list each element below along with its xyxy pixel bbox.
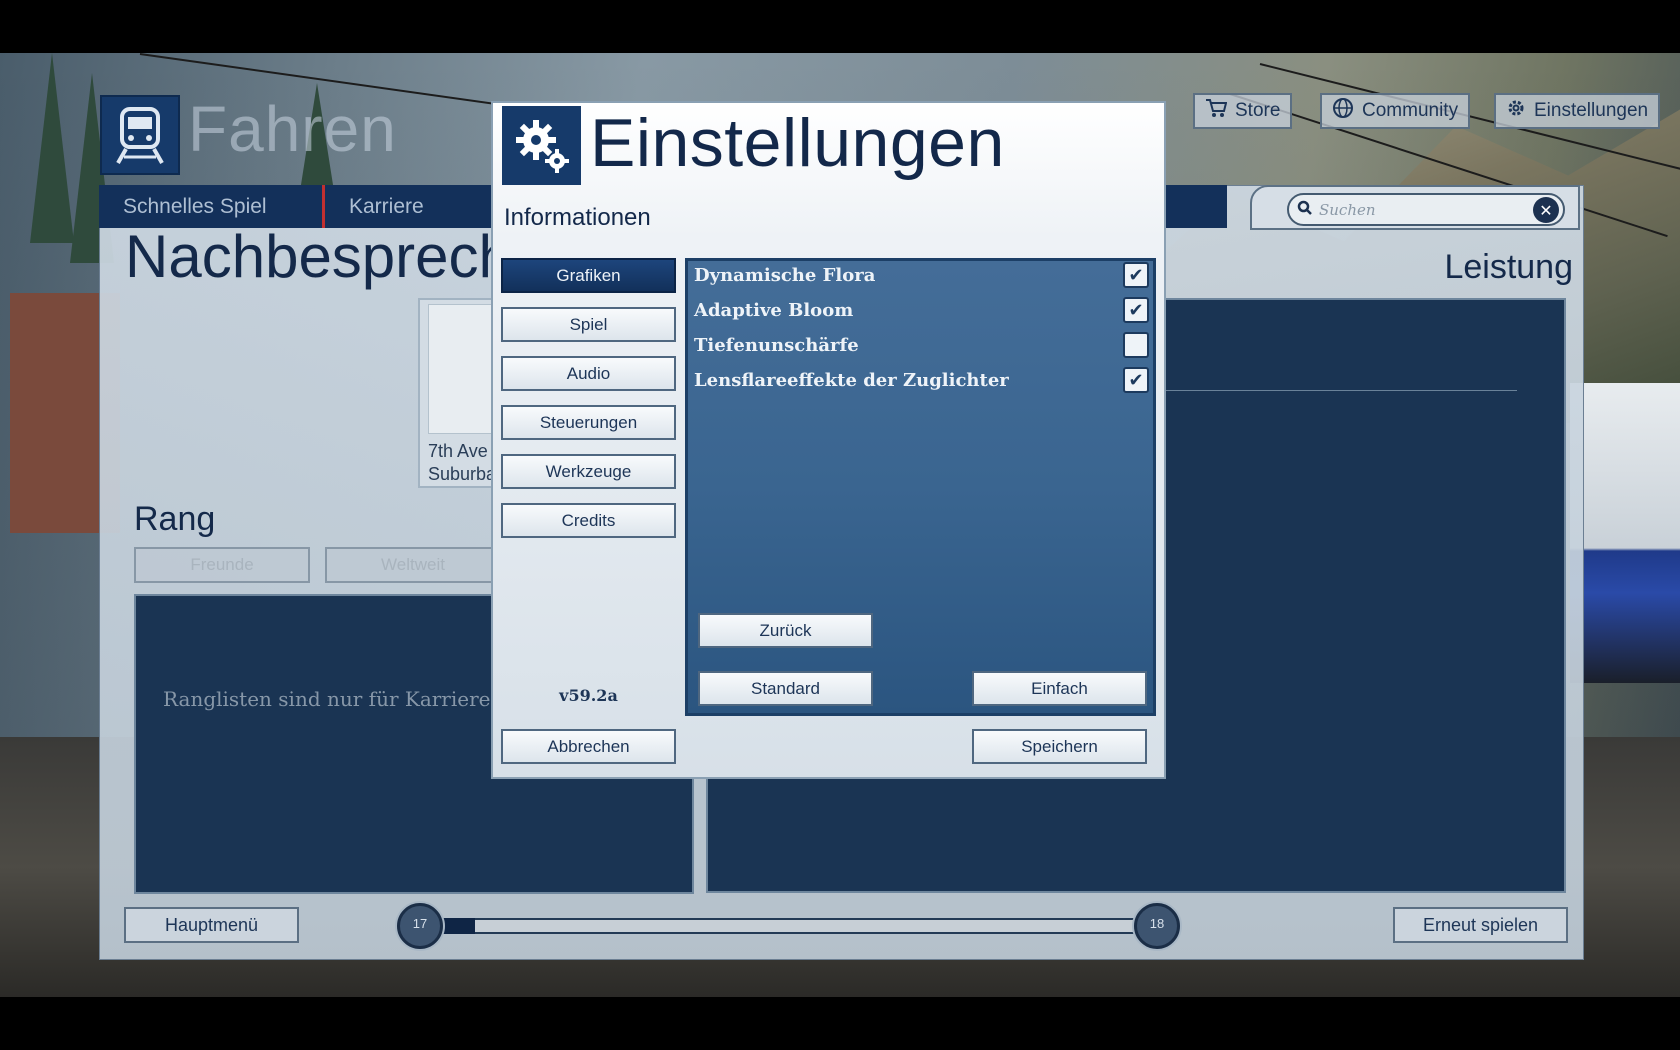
dialog-subtitle: Informationen [504,204,651,231]
globe-icon [1332,97,1354,125]
option-label: Adaptive Bloom [694,299,854,321]
simple-button[interactable]: Einfach [972,671,1147,706]
replay-button[interactable]: Erneut spielen [1393,907,1568,943]
checkbox[interactable]: ✔ [1123,262,1149,288]
nav-controls[interactable]: Steuerungen [501,405,676,440]
nav-game[interactable]: Spiel [501,307,676,342]
checkbox[interactable] [1123,332,1149,358]
main-menu-button[interactable]: Hauptmenü [124,907,299,943]
option-depth-of-field[interactable]: Tiefenunschärfe [694,330,1149,360]
nav-credits[interactable]: Credits [501,503,676,538]
divider [1150,390,1517,391]
checkbox[interactable]: ✔ [1123,367,1149,393]
gear-icon [1506,98,1526,124]
settings-label: Einstellungen [1534,100,1649,121]
option-dynamic-flora[interactable]: Dynamische Flora ✔ [694,260,1149,290]
leaderboard-message: Ranglisten sind nur für Karriere Sz [163,687,522,711]
default-button[interactable]: Standard [698,671,873,706]
option-label: Tiefenunschärfe [694,334,859,356]
level-progress-fill [440,918,475,934]
page-title: Nachbesprech [125,223,512,290]
search-input[interactable]: Suchen ✕ [1287,193,1565,226]
option-lens-flare[interactable]: Lensflareeffekte der Zuglichter ✔ [694,365,1149,395]
level-current-badge: 17 [397,903,443,949]
cancel-button[interactable]: Abbrechen [501,729,676,764]
option-label: Dynamische Flora [694,264,876,286]
train-mode-icon [100,95,180,175]
level-next-badge: 18 [1134,903,1180,949]
close-icon[interactable]: ✕ [1533,197,1559,223]
route-name: 7th Ave Suburba [428,440,496,486]
nav-graphics[interactable]: Grafiken [501,258,676,293]
checkbox[interactable]: ✔ [1123,297,1149,323]
nav-audio[interactable]: Audio [501,356,676,391]
nav-tools[interactable]: Werkzeuge [501,454,676,489]
rank-world-button[interactable]: Weltweit [325,547,501,583]
rank-friends-button[interactable]: Freunde [134,547,310,583]
dialog-title: Einstellungen [590,105,1005,181]
rank-heading: Rang [134,500,216,538]
route-line-2: Suburba [428,464,497,484]
search-placeholder: Suchen [1319,200,1376,219]
mode-title: Fahren [188,93,397,165]
store-button[interactable]: Store [1193,93,1293,129]
cart-icon [1205,98,1228,124]
gears-icon [502,106,581,185]
option-adaptive-bloom[interactable]: Adaptive Bloom ✔ [694,295,1149,325]
route-image [428,304,498,434]
search-icon [1297,200,1313,220]
performance-heading: Leistung [1444,248,1573,286]
level-progress-track [440,918,1140,934]
back-button[interactable]: Zurück [698,613,873,648]
option-label: Lensflareeffekte der Zuglichter [694,369,1009,391]
community-button[interactable]: Community [1320,93,1471,129]
store-label: Store [1235,100,1281,121]
version-label: v59.2a [559,686,618,705]
route-line-1: 7th Ave [428,441,488,461]
church-spire [30,53,74,243]
save-button[interactable]: Speichern [972,729,1147,764]
train-side [1570,383,1680,683]
community-label: Community [1362,100,1459,121]
settings-button[interactable]: Einstellungen [1494,93,1661,129]
